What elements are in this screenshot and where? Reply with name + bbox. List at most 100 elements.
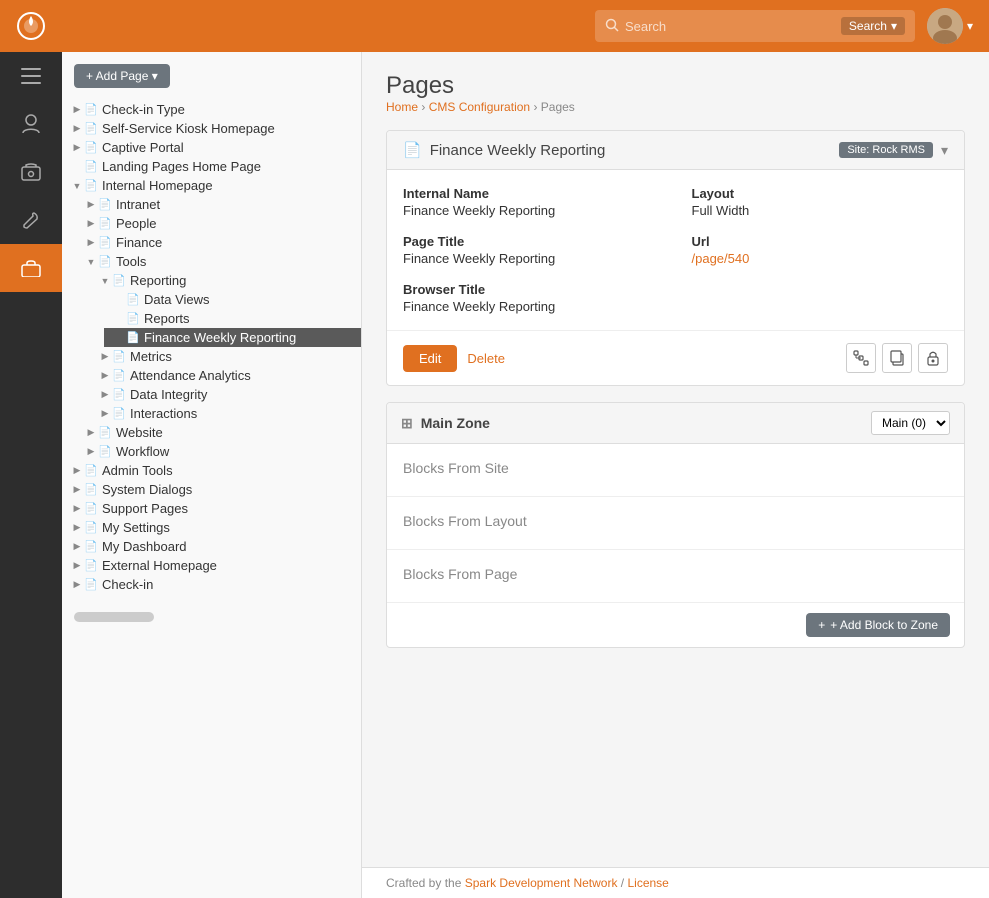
sidebar-item-self-service[interactable]: ▶ 📄 Self-Service Kiosk Homepage bbox=[62, 119, 361, 138]
nav-menu-icon[interactable] bbox=[0, 52, 62, 100]
sidebar-item-interactions[interactable]: ▶ 📄 Interactions bbox=[90, 404, 361, 423]
sidebar-item-reporting[interactable]: ▼ 📄 Reporting bbox=[90, 271, 361, 290]
layout-field: Layout Full Width bbox=[692, 186, 949, 218]
collapse-chevron-icon[interactable]: ▾ bbox=[941, 142, 948, 159]
sidebar-item-data-views[interactable]: 📄 Data Views bbox=[104, 290, 361, 309]
grid-icon: ⊞ bbox=[401, 415, 413, 432]
page-title-field: Page Title Finance Weekly Reporting bbox=[403, 234, 660, 266]
sidebar-item-tools[interactable]: ▼ 📄 Tools bbox=[76, 252, 361, 271]
nav-briefcase-icon[interactable] bbox=[0, 244, 62, 292]
sidebar-item-check-in-type[interactable]: ▶ 📄 Check-in Type bbox=[62, 100, 361, 119]
page-icon: 📄 bbox=[98, 445, 112, 459]
edit-button[interactable]: Edit bbox=[403, 345, 457, 372]
avatar-caret-icon[interactable]: ▾ bbox=[967, 19, 973, 33]
page-icon: 📄 bbox=[112, 274, 126, 288]
sidebar-label: Reporting bbox=[130, 273, 186, 288]
sidebar-item-external-homepage[interactable]: ▶ 📄 External Homepage bbox=[62, 556, 361, 575]
add-block-button[interactable]: + + Add Block to Zone bbox=[806, 613, 950, 637]
page-icon: 📄 bbox=[84, 521, 98, 535]
zone-select[interactable]: Main (0) bbox=[871, 411, 950, 435]
browser-title-field: Browser Title Finance Weekly Reporting bbox=[403, 282, 660, 314]
page-icon: 📄 bbox=[112, 388, 126, 402]
license-link[interactable]: License bbox=[627, 876, 668, 890]
delete-link[interactable]: Delete bbox=[467, 351, 505, 366]
sidebar-item-metrics[interactable]: ▶ 📄 Metrics bbox=[90, 347, 361, 366]
sidebar-item-check-in[interactable]: ▶ 📄 Check-in bbox=[62, 575, 361, 594]
detail-card-title: 📄 Finance Weekly Reporting bbox=[403, 141, 605, 159]
search-box: Search ▾ bbox=[595, 10, 915, 42]
detail-card-header: 📄 Finance Weekly Reporting Site: Rock RM… bbox=[387, 131, 964, 170]
sidebar-item-reports[interactable]: 📄 Reports bbox=[104, 309, 361, 328]
nav-wrench-icon[interactable] bbox=[0, 196, 62, 244]
app-logo[interactable] bbox=[0, 0, 62, 52]
sidebar-label: Metrics bbox=[130, 349, 172, 364]
page-icon: 📄 bbox=[84, 103, 98, 117]
sidebar-label: Finance Weekly Reporting bbox=[144, 330, 296, 345]
breadcrumb-home[interactable]: Home bbox=[386, 100, 418, 114]
tree-toggle-finance: ▶ bbox=[84, 236, 98, 250]
tree-toggle-support: ▶ bbox=[70, 502, 84, 516]
lock-icon-button[interactable] bbox=[918, 343, 948, 373]
sidebar-label: Finance bbox=[116, 235, 162, 250]
sidebar-item-website[interactable]: ▶ 📄 Website bbox=[76, 423, 361, 442]
sidebar-label: Data Integrity bbox=[130, 387, 207, 402]
sidebar-item-support-pages[interactable]: ▶ 📄 Support Pages bbox=[62, 499, 361, 518]
sidebar-label: Workflow bbox=[116, 444, 169, 459]
page-title: Pages bbox=[386, 72, 965, 100]
sidebar-label: Data Views bbox=[144, 292, 210, 307]
sidebar-item-finance-weekly[interactable]: 📄 Finance Weekly Reporting bbox=[104, 328, 361, 347]
sidebar: + Add Page ▾ ▶ 📄 Check-in Type ▶ 📄 Self-… bbox=[62, 52, 362, 898]
url-link[interactable]: /page/540 bbox=[692, 251, 750, 266]
sidebar-item-landing-pages[interactable]: 📄 Landing Pages Home Page bbox=[62, 157, 361, 176]
page-icon: 📄 bbox=[84, 141, 98, 155]
sidebar-label: My Dashboard bbox=[102, 539, 187, 554]
sidebar-label: Attendance Analytics bbox=[130, 368, 251, 383]
page-icon: 📄 bbox=[403, 141, 422, 159]
page-icon: 📄 bbox=[112, 369, 126, 383]
user-avatar[interactable] bbox=[927, 8, 963, 44]
breadcrumb-cms[interactable]: CMS Configuration bbox=[429, 100, 530, 114]
sidebar-item-my-dashboard[interactable]: ▶ 📄 My Dashboard bbox=[62, 537, 361, 556]
copy-icon-button[interactable] bbox=[882, 343, 912, 373]
page-icon: 📄 bbox=[84, 483, 98, 497]
search-caret-icon: ▾ bbox=[891, 19, 897, 33]
tree-toggle-data-integrity: ▶ bbox=[98, 388, 112, 402]
tree-toggle-external: ▶ bbox=[70, 559, 84, 573]
page-icon: 📄 bbox=[126, 331, 140, 345]
sidebar-label: Intranet bbox=[116, 197, 160, 212]
hierarchy-icon-button[interactable] bbox=[846, 343, 876, 373]
sidebar-item-admin-tools[interactable]: ▶ 📄 Admin Tools bbox=[62, 461, 361, 480]
sidebar-item-intranet[interactable]: ▶ 📄 Intranet bbox=[76, 195, 361, 214]
sidebar-item-my-settings[interactable]: ▶ 📄 My Settings bbox=[62, 518, 361, 537]
nav-person-icon[interactable] bbox=[0, 100, 62, 148]
sidebar-item-internal-homepage[interactable]: ▼ 📄 Internal Homepage bbox=[62, 176, 361, 195]
sidebar-item-finance[interactable]: ▶ 📄 Finance bbox=[76, 233, 361, 252]
sidebar-item-system-dialogs[interactable]: ▶ 📄 System Dialogs bbox=[62, 480, 361, 499]
sidebar-label: Landing Pages Home Page bbox=[102, 159, 261, 174]
add-page-button[interactable]: + Add Page ▾ bbox=[74, 64, 170, 88]
nav-finance-icon[interactable] bbox=[0, 148, 62, 196]
page-icon: 📄 bbox=[84, 464, 98, 478]
sidebar-item-workflow[interactable]: ▶ 📄 Workflow bbox=[76, 442, 361, 461]
page-icon: 📄 bbox=[84, 502, 98, 516]
tree-toggle-self-service: ▶ bbox=[70, 122, 84, 136]
tree-toggle-admin: ▶ bbox=[70, 464, 84, 478]
tree-toggle-tools: ▼ bbox=[84, 255, 98, 269]
search-button[interactable]: Search ▾ bbox=[841, 17, 905, 35]
zone-footer: + + Add Block to Zone bbox=[387, 603, 964, 647]
page-icon: 📄 bbox=[84, 578, 98, 592]
spark-network-link[interactable]: Spark Development Network bbox=[465, 876, 618, 890]
sidebar-item-attendance-analytics[interactable]: ▶ 📄 Attendance Analytics bbox=[90, 366, 361, 385]
sidebar-item-people[interactable]: ▶ 📄 People bbox=[76, 214, 361, 233]
sidebar-label: Check-in Type bbox=[102, 102, 185, 117]
page-icon: 📄 bbox=[84, 559, 98, 573]
tree-toggle-check-in-type: ▶ bbox=[70, 103, 84, 117]
icon-nav bbox=[0, 0, 62, 898]
tree-toggle-interactions: ▶ bbox=[98, 407, 112, 421]
sidebar-item-captive-portal[interactable]: ▶ 📄 Captive Portal bbox=[62, 138, 361, 157]
sidebar-item-data-integrity[interactable]: ▶ 📄 Data Integrity bbox=[90, 385, 361, 404]
tree-toggle-reporting: ▼ bbox=[98, 274, 112, 288]
search-input[interactable] bbox=[625, 19, 841, 34]
page-icon: 📄 bbox=[98, 198, 112, 212]
page-icon: 📄 bbox=[126, 293, 140, 307]
